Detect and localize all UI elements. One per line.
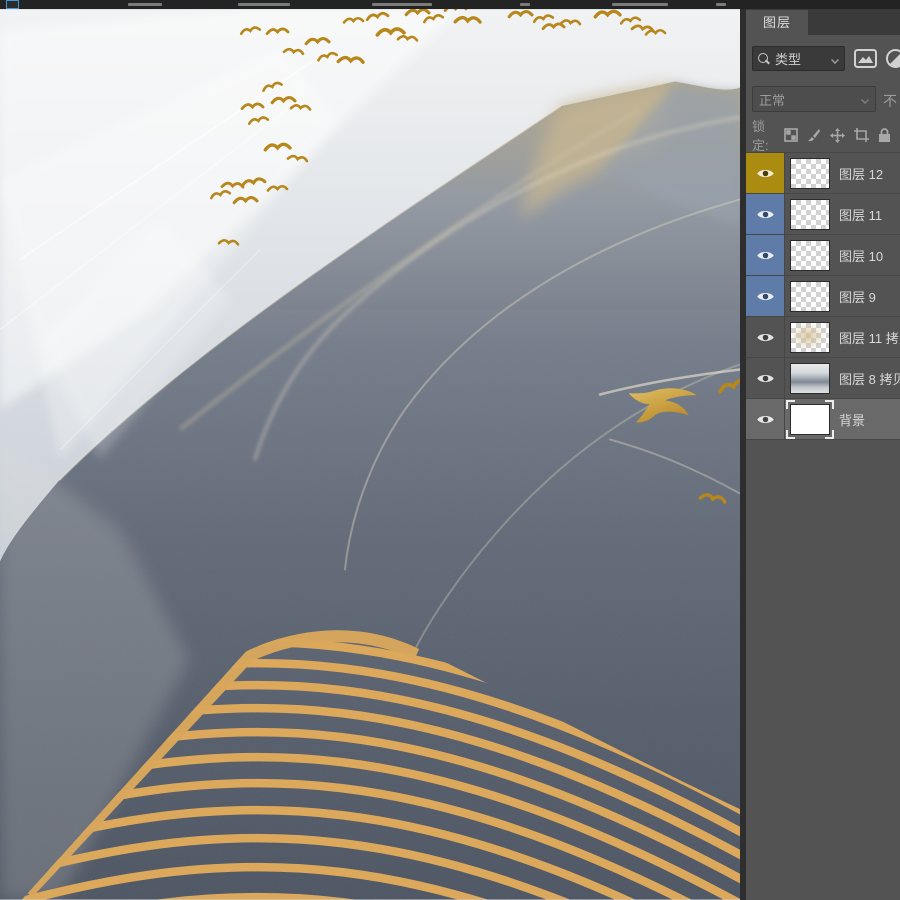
blend-mode-dropdown[interactable]: 正常 <box>752 86 876 112</box>
chevron-down-icon <box>861 95 869 103</box>
layer-row-11-copy[interactable]: 图层 11 拷贝 <box>746 317 900 358</box>
lock-row: 锁定: <box>752 119 900 153</box>
active-tool-icon[interactable] <box>6 0 19 9</box>
options-text-fragment <box>520 3 530 6</box>
eye-icon <box>756 251 774 259</box>
magnifier-icon <box>758 52 770 65</box>
eye-icon <box>756 210 774 218</box>
canvas-artwork <box>0 9 740 900</box>
options-text-fragment <box>238 3 290 6</box>
chevron-down-icon <box>831 55 839 63</box>
layers-panel: 图层 类型 正常 不 锁定: 图层 12 图层 11 图层 10 图层 9 图层… <box>746 9 900 900</box>
layer-row-background[interactable]: 背景 <box>746 399 900 440</box>
layer-name: 图层 10 <box>839 248 884 264</box>
visibility-toggle[interactable] <box>746 194 785 234</box>
lock-artboard-icon[interactable] <box>854 128 869 142</box>
layer-thumbnail[interactable] <box>786 399 834 439</box>
visibility-toggle[interactable] <box>746 317 785 357</box>
eye-icon <box>756 374 774 382</box>
layer-row-8-copy[interactable]: 图层 8 拷贝 <box>746 358 900 399</box>
layer-row-11[interactable]: 图层 11 <box>746 194 900 235</box>
lock-label: 锁定: <box>752 119 769 153</box>
layer-filter-kind-dropdown[interactable]: 类型 <box>752 46 845 71</box>
layer-thumbnail[interactable] <box>790 321 830 353</box>
eye-icon <box>756 333 774 341</box>
layer-name: 背景 <box>839 412 866 428</box>
adjustment-filter-icon[interactable] <box>885 48 900 69</box>
layer-name: 图层 9 <box>839 289 876 305</box>
layer-thumbnail[interactable] <box>790 198 830 230</box>
options-text-fragment <box>372 3 432 6</box>
layer-row-12[interactable]: 图层 12 <box>746 153 900 194</box>
options-text-fragment <box>716 3 726 6</box>
layer-thumbnail[interactable] <box>790 362 830 394</box>
layer-thumbnail[interactable] <box>790 280 830 312</box>
visibility-toggle[interactable] <box>746 399 785 439</box>
layer-name: 图层 8 拷贝 <box>839 371 900 387</box>
image-filter-icon[interactable] <box>854 49 877 68</box>
layer-row-10[interactable]: 图层 10 <box>746 235 900 276</box>
options-text-fragment <box>128 3 162 6</box>
opacity-label-fragment: 不 <box>883 93 897 109</box>
layer-row-9[interactable]: 图层 9 <box>746 276 900 317</box>
visibility-toggle[interactable] <box>746 235 785 275</box>
photoshop-window: 图层 类型 正常 不 锁定: 图层 12 图层 11 图层 10 图层 9 图层… <box>0 0 900 900</box>
layer-name: 图层 11 <box>839 207 883 223</box>
thumbnail-selection-frame <box>786 399 834 439</box>
eye-icon <box>756 292 774 300</box>
filter-kind-label: 类型 <box>775 52 802 67</box>
eye-icon <box>756 169 774 177</box>
layer-name: 图层 11 拷贝 <box>839 330 900 346</box>
panel-tab-bar: 图层 <box>746 9 900 35</box>
visibility-toggle[interactable] <box>746 153 785 193</box>
blend-mode-value: 正常 <box>759 92 786 108</box>
eye-icon <box>756 415 774 423</box>
layers-list: 图层 12 图层 11 图层 10 图层 9 图层 11 拷 图层 8 拷贝 背… <box>746 152 900 440</box>
layer-thumbnail[interactable] <box>790 239 830 271</box>
tab-layers[interactable]: 图层 <box>746 10 808 35</box>
options-bar <box>0 0 900 9</box>
layer-thumbnail[interactable] <box>790 157 830 189</box>
visibility-toggle[interactable] <box>746 276 785 316</box>
layer-name: 图层 12 <box>839 166 884 182</box>
visibility-toggle[interactable] <box>746 358 785 398</box>
lock-all-icon[interactable] <box>878 128 891 142</box>
lock-position-icon[interactable] <box>830 127 845 143</box>
options-text-fragment <box>612 3 668 6</box>
lock-transparency-icon[interactable] <box>784 128 798 142</box>
lock-pixels-icon[interactable] <box>807 128 821 142</box>
document-canvas[interactable] <box>0 9 740 900</box>
